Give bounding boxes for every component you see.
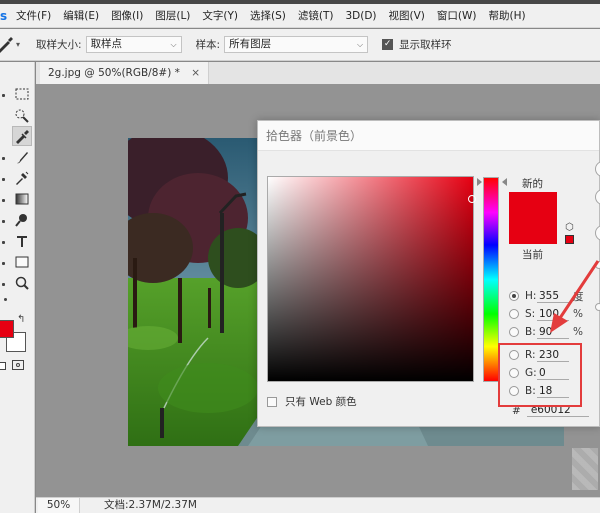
menu-layer[interactable]: 图层(L) <box>149 4 196 28</box>
document-tab-title: 2g.jpg @ 50%(RGB/8#) * <box>48 67 180 79</box>
web-only-option[interactable]: 只有 Web 颜色 <box>267 394 357 409</box>
brightness-radio[interactable] <box>509 327 519 337</box>
sample-value: 所有图层 <box>229 38 272 50</box>
lab-l-radio[interactable] <box>595 161 600 177</box>
new-color-label: 新的 <box>522 178 543 190</box>
menu-image[interactable]: 图像(I) <box>105 4 149 28</box>
swap-colors-icon[interactable]: ↰ <box>17 314 25 325</box>
sample-label: 样本: <box>195 39 221 51</box>
brush-tool-icon[interactable] <box>12 147 32 167</box>
brightness-label: B: <box>525 326 536 338</box>
current-color-swatch[interactable] <box>509 218 557 244</box>
menu-3d[interactable]: 3D(D) <box>339 4 382 28</box>
sample-size-label: 取样大小: <box>36 39 82 51</box>
show-ring-checkbox[interactable]: ✓ <box>382 39 394 50</box>
chevron-down-icon: ⌵ <box>170 40 177 49</box>
toolbar-edge-mark <box>2 241 5 244</box>
cube-icon[interactable]: ⬡ <box>565 222 574 233</box>
show-ring-label: 显示取样环 <box>399 39 452 51</box>
options-bar: ▾ 取样大小: 取样点 ⌵ 样本: 所有图层 ⌵ ✓ 显示取样环 <box>0 29 600 61</box>
sample-size-select[interactable]: 取样点 ⌵ <box>85 36 182 53</box>
tools-panel: ↰ <box>0 62 35 513</box>
type-tool-icon[interactable] <box>12 231 32 251</box>
menu-help[interactable]: 帮助(H) <box>483 4 532 28</box>
hue-label: H: <box>525 290 537 302</box>
hue-slider[interactable] <box>483 177 499 382</box>
default-colors-icon[interactable] <box>0 362 6 370</box>
more-tools-icon[interactable] <box>4 298 7 301</box>
toolbar-edge-mark <box>2 178 5 181</box>
menu-file[interactable]: 文件(F) <box>10 4 57 28</box>
hue-slider-left-arrow-icon[interactable] <box>477 178 482 186</box>
sample-size-value: 取样点 <box>90 38 123 50</box>
menu-bar: s 文件(F) 编辑(E) 图像(I) 图层(L) 文字(Y) 选择(S) 滤镜… <box>0 4 600 28</box>
toolbar-edge-mark <box>2 94 5 97</box>
menu-filter[interactable]: 滤镜(T) <box>292 4 340 28</box>
zoom-level-field[interactable]: 50% <box>38 498 80 513</box>
hue-radio[interactable] <box>509 291 519 301</box>
web-safe-swatch[interactable] <box>565 235 574 244</box>
saturation-radio[interactable] <box>509 309 519 319</box>
watermark-blocks <box>572 448 598 490</box>
menu-edit[interactable]: 编辑(E) <box>57 4 105 28</box>
rectangle-tool-icon[interactable] <box>12 252 32 272</box>
dodge-tool-icon[interactable] <box>12 210 32 230</box>
tool-preset-caret-icon[interactable]: ▾ <box>16 40 20 49</box>
menu-window[interactable]: 窗口(W) <box>431 4 483 28</box>
web-only-label: 只有 Web 颜色 <box>285 396 357 408</box>
foreground-color-swatch[interactable] <box>0 320 14 338</box>
sample-select[interactable]: 所有图层 ⌵ <box>224 36 369 53</box>
lab-b-radio[interactable] <box>595 225 600 241</box>
zoom-tool-icon[interactable] <box>12 273 32 293</box>
saturation-brightness-field[interactable] <box>267 176 474 382</box>
lab-a-radio[interactable] <box>595 189 600 205</box>
eyedropper-preset-icon[interactable] <box>0 35 14 55</box>
menu-select[interactable]: 选择(S) <box>244 4 292 28</box>
color-field-marker[interactable] <box>468 195 476 203</box>
saturation-label: S: <box>525 308 536 320</box>
document-info[interactable]: 文档:2.37M/2.37M <box>104 498 197 513</box>
toolbar-edge-mark <box>2 157 5 160</box>
menu-view[interactable]: 视图(V) <box>383 4 431 28</box>
new-color-swatch <box>509 192 557 218</box>
gradient-tool-icon[interactable] <box>12 189 32 209</box>
chevron-down-icon: ⌵ <box>357 40 364 49</box>
hue-slider-right-arrow-icon[interactable] <box>502 178 507 186</box>
document-tab[interactable]: 2g.jpg @ 50%(RGB/8#) * × <box>40 62 210 84</box>
red-arrow-annotation <box>550 260 600 333</box>
quick-selection-tool-icon[interactable] <box>12 105 32 125</box>
clone-stamp-tool-icon[interactable] <box>12 168 32 188</box>
status-bar: 50% 文档:2.37M/2.37M <box>36 497 600 513</box>
document-tab-bar: 2g.jpg @ 50%(RGB/8#) * × <box>36 62 600 84</box>
menu-type[interactable]: 文字(Y) <box>196 4 244 28</box>
toolbar-edge-mark <box>2 199 5 202</box>
quick-mask-icon[interactable] <box>12 360 24 370</box>
rgb-highlight-annotation <box>498 343 582 407</box>
toolbar-edge-mark <box>2 220 5 223</box>
close-icon[interactable]: × <box>191 67 200 79</box>
eyedropper-tool-icon[interactable] <box>12 126 32 146</box>
marquee-tool-icon[interactable] <box>12 84 32 104</box>
toolbar-edge-mark <box>2 262 5 265</box>
dialog-title[interactable]: 拾色器（前景色） <box>258 121 599 151</box>
web-only-checkbox[interactable] <box>267 396 277 407</box>
toolbar-edge-mark <box>2 283 5 286</box>
photoshop-logo-icon: s <box>0 8 8 23</box>
